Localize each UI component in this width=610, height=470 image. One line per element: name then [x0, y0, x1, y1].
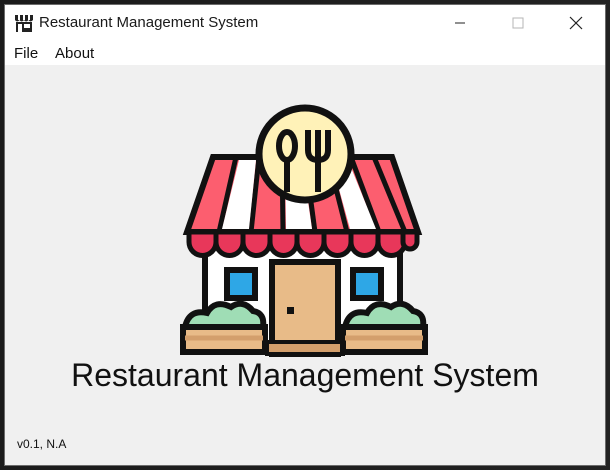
close-icon — [569, 16, 583, 30]
restaurant-store-icon — [15, 15, 33, 32]
menu-bar: File About — [5, 43, 605, 65]
app-window: Restaurant Management System File About — [4, 4, 606, 466]
title-bar[interactable]: Restaurant Management System — [5, 5, 605, 43]
menu-file[interactable]: File — [14, 45, 38, 62]
minimize-button[interactable] — [431, 5, 489, 41]
app-name-heading: Restaurant Management System — [71, 357, 539, 393]
minimize-icon — [455, 22, 465, 24]
maximize-button[interactable] — [489, 5, 547, 41]
window-title: Restaurant Management System — [39, 14, 259, 31]
menu-about[interactable]: About — [55, 45, 94, 62]
version-label: v0.1, N.A — [17, 437, 67, 451]
maximize-icon — [512, 17, 524, 29]
restaurant-store-logo — [180, 104, 428, 357]
close-button[interactable] — [547, 5, 605, 41]
main-content: Restaurant Management System v0.1, N.A — [5, 65, 605, 465]
